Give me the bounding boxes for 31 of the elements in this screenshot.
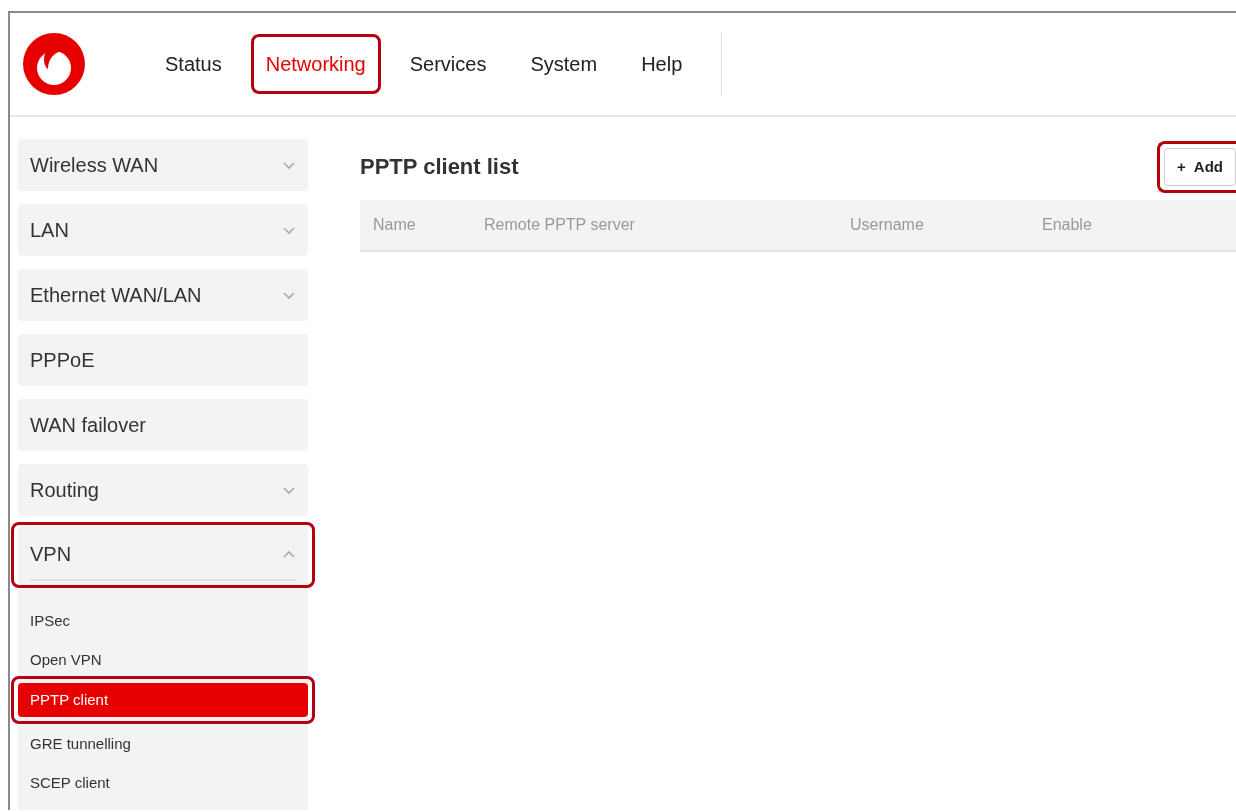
sidebar-item-label: VPN [30, 542, 72, 567]
nav-tab[interactable]: Help [626, 34, 698, 94]
column-header: Remote PPTP server [484, 216, 635, 233]
sidebar-item-label: LAN [30, 218, 69, 243]
sidebar-subitem[interactable]: SCEP client [18, 764, 308, 803]
column-header: Name [373, 216, 416, 233]
sidebar-item-label: Wireless WAN [30, 153, 159, 178]
sidebar-item[interactable]: Wireless WAN [18, 139, 308, 191]
sidebar-subitem[interactable]: Open VPN [18, 641, 308, 680]
sidebar-subitem[interactable]: PPTP client [18, 683, 308, 717]
sidebar-item-label: PPPoE [30, 348, 95, 373]
column-header: Username [850, 216, 924, 233]
sidebar-subitem[interactable]: IPSec [18, 602, 308, 641]
nav-tab[interactable]: Status [150, 34, 237, 94]
sidebar-item[interactable]: WAN failover [18, 399, 308, 451]
sidebar-subitem[interactable]: GRE tunnelling [18, 725, 308, 764]
sidebar-item-label: WAN failover [30, 413, 146, 438]
nav-tab[interactable]: Services [394, 34, 502, 94]
sidebar-item[interactable]: LAN [18, 204, 308, 256]
page-title: PPTP client list [360, 153, 519, 181]
logo-icon [22, 32, 86, 96]
column-header: Enable [1042, 216, 1092, 233]
sidebar-item[interactable]: PPPoE [18, 334, 308, 386]
sidebar-item[interactable]: Routing [18, 464, 308, 516]
sidebar-item-label: Ethernet WAN/LAN [30, 283, 202, 308]
sidebar-item[interactable]: VPN [30, 529, 296, 581]
nav-tab[interactable]: Networking [250, 34, 381, 94]
sidebar-item[interactable]: Ethernet WAN/LAN [18, 269, 308, 321]
add-button[interactable]: + Add [1164, 147, 1236, 187]
nav-tab[interactable]: System [515, 34, 613, 94]
sidebar-item-label: Routing [30, 478, 99, 503]
